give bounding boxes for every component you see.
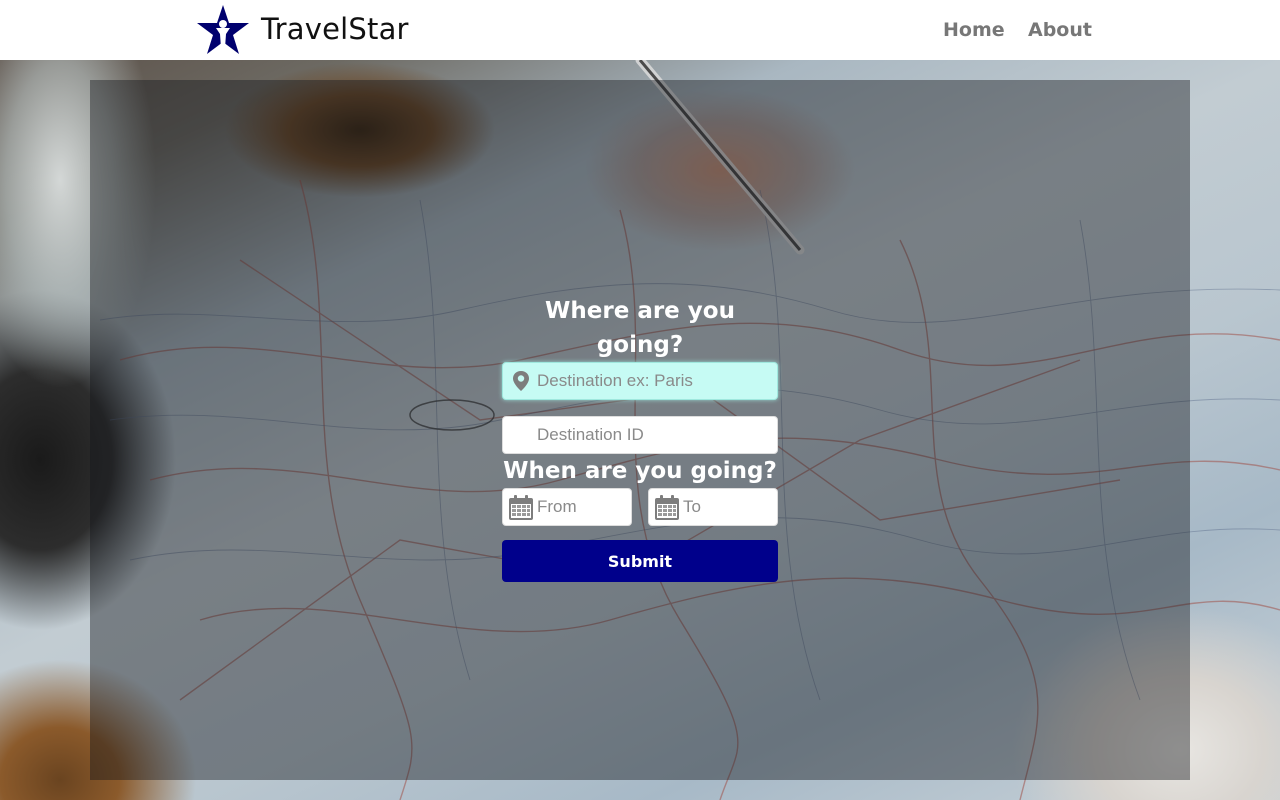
nav-about-link[interactable]: About xyxy=(1028,17,1092,43)
search-form: Where are you going? When are you going? xyxy=(502,294,778,582)
star-person-icon[interactable] xyxy=(196,4,250,56)
site-header: TravelStar Home About xyxy=(0,0,1280,60)
destination-id-input[interactable] xyxy=(537,417,773,453)
calendar-icon xyxy=(509,495,533,520)
destination-input[interactable] xyxy=(537,363,773,399)
destination-id-field[interactable] xyxy=(502,416,778,454)
map-pin-icon xyxy=(513,371,529,391)
to-date-input[interactable] xyxy=(683,489,773,525)
from-date-input[interactable] xyxy=(537,489,627,525)
calendar-icon xyxy=(655,495,679,520)
nav-home-link[interactable]: Home xyxy=(943,17,1005,43)
destination-heading: Where are you going? xyxy=(545,298,735,358)
from-date-field[interactable] xyxy=(502,488,632,526)
date-range-row xyxy=(502,488,778,526)
to-date-field[interactable] xyxy=(648,488,778,526)
submit-button[interactable]: Submit xyxy=(502,540,778,582)
destination-field[interactable] xyxy=(502,362,778,400)
brand-name[interactable]: TravelStar xyxy=(261,11,409,47)
dates-heading: When are you going? xyxy=(503,458,777,484)
